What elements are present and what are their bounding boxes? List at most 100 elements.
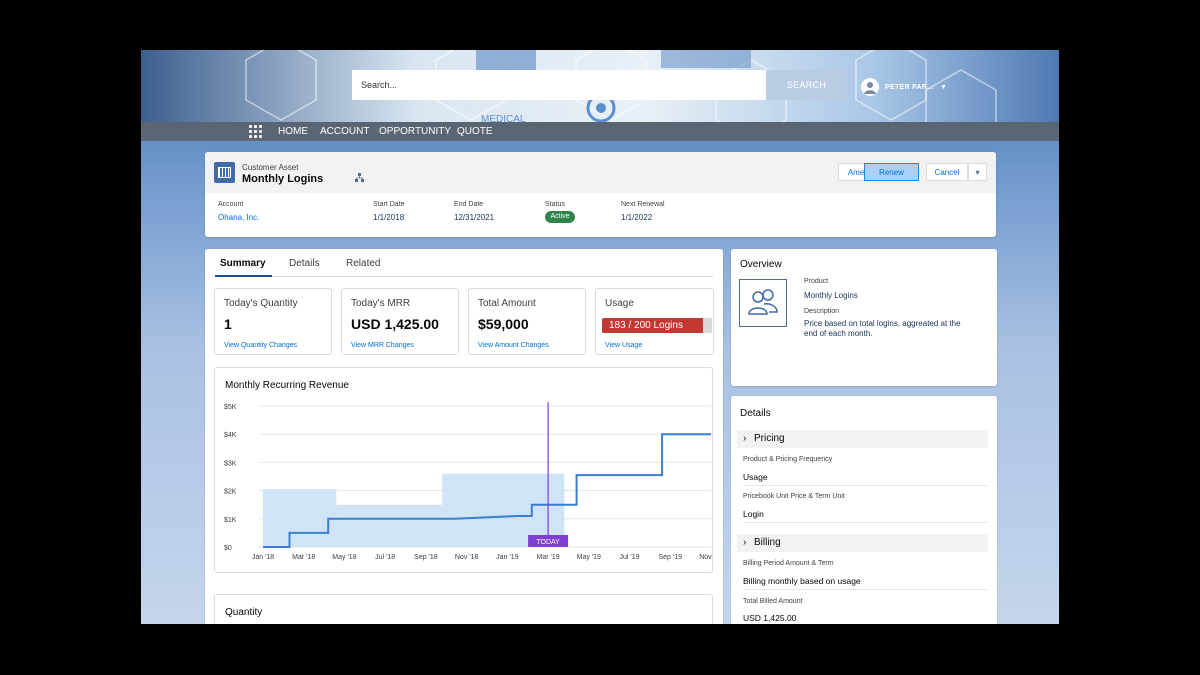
account-link[interactable]: Ohana, Inc. — [218, 213, 259, 222]
record-header: Customer Asset Monthly Logins Amend Rene… — [205, 152, 996, 237]
tile-title: Usage — [605, 298, 634, 309]
tile-todays-quantity: Today's Quantity 1 View Quantity Changes — [214, 288, 332, 355]
x-tick-label: Jul '19 — [620, 554, 640, 561]
mrr-chart-card: Monthly Recurring Revenue $0 $1K $2K $3K $4K… — [214, 367, 713, 573]
product-link[interactable]: Monthly Logins — [804, 291, 858, 301]
more-actions-chevron-down-icon[interactable]: ▾ — [968, 163, 987, 181]
nav-opportunity[interactable]: OPPORTUNITY — [379, 122, 451, 141]
header-banner: MEDICAL Search... SEARCH PETER PAR... ▼ — [141, 50, 1059, 122]
hierarchy-icon[interactable] — [355, 173, 364, 184]
renew-button[interactable]: Renew — [864, 163, 919, 181]
field-label: Billing Period Amount & Term — [743, 560, 834, 567]
section-label: Pricing — [754, 433, 785, 444]
y-tick-label: $5K — [224, 404, 237, 411]
y-tick-label: $4K — [224, 432, 237, 439]
record-title: Monthly Logins — [242, 173, 324, 185]
x-tick-label: Nov '18 — [455, 554, 479, 561]
user-menu[interactable]: PETER PAR... ▼ — [861, 77, 947, 97]
overview-card: Overview Product Monthly Logins Descript… — [731, 249, 997, 386]
user-name: PETER PAR... — [885, 83, 934, 91]
search-button[interactable]: SEARCH — [766, 70, 847, 100]
status-label: Status — [545, 201, 565, 208]
chevron-down-icon[interactable]: ▼ — [940, 84, 947, 91]
next-renewal-value: 1/1/2022 — [621, 213, 653, 222]
area-band — [336, 504, 443, 547]
usage-value: 183 / 200 Logins — [609, 320, 683, 331]
view-usage-link[interactable]: View Usage — [605, 342, 642, 349]
x-tick-label: Mar '18 — [292, 554, 315, 561]
details-card: Details › Pricing Product & Pricing Freq… — [731, 396, 997, 624]
divider — [743, 589, 988, 590]
tile-title: Today's MRR — [351, 298, 411, 309]
usage-progress-bar: 183 / 200 Logins — [602, 318, 712, 333]
view-amount-changes-link[interactable]: View Amount Changes — [478, 342, 549, 349]
product-label: Product — [804, 278, 829, 285]
field-value: Usage — [743, 472, 768, 482]
description-label: Description — [804, 308, 840, 315]
x-tick-label: May '19 — [577, 554, 601, 561]
asset-icon — [214, 162, 235, 183]
end-date-value: 12/31/2021 — [454, 213, 495, 222]
tab-details[interactable]: Details — [289, 258, 320, 269]
field-value: Billing monthly based on usage — [743, 576, 861, 586]
mrr-chart: $0 $1K $2K $3K $4K $5K TODAY Jan '18 Mar '18 May … — [224, 402, 712, 561]
chevron-right-icon: › — [743, 537, 747, 548]
x-tick-label: Jan '19 — [496, 554, 518, 561]
x-tick-label: Nov '19 — [699, 554, 712, 561]
tile-total-amount: Total Amount $59,000 View Amount Changes — [468, 288, 586, 355]
pricing-section-header[interactable]: › Pricing — [737, 430, 988, 448]
users-icon — [739, 279, 787, 327]
field-label: Product & Pricing Frequency — [743, 456, 833, 463]
area-band — [263, 489, 337, 547]
nav-account[interactable]: ACCOUNT — [320, 122, 369, 141]
view-quantity-changes-link[interactable]: View Quantity Changes — [224, 342, 297, 349]
divider — [743, 485, 988, 486]
quantity-title: Quantity — [225, 607, 263, 618]
tile-todays-mrr: Today's MRR USD 1,425.00 View MRR Change… — [341, 288, 459, 355]
cancel-button[interactable]: Cancel — [926, 163, 968, 181]
x-tick-label: Jan '18 — [252, 554, 274, 561]
app-launcher-icon[interactable] — [249, 125, 262, 138]
tile-title: Total Amount — [478, 298, 536, 309]
tab-related[interactable]: Related — [346, 258, 380, 269]
x-tick-label: Mar '19 — [537, 554, 560, 561]
tab-summary[interactable]: Summary — [220, 258, 266, 269]
nav-quote[interactable]: QUOTE — [457, 122, 493, 141]
svg-text:MEDICAL: MEDICAL — [481, 114, 526, 122]
field-label: Pricebook Unit Price & Term Unit — [743, 493, 845, 500]
search-input[interactable]: Search... — [352, 70, 766, 100]
tile-value: $59,000 — [478, 316, 529, 332]
billing-section-header[interactable]: › Billing — [737, 534, 988, 552]
record-header-top: Customer Asset Monthly Logins Amend Rene… — [205, 152, 996, 193]
field-value: USD 1,425.00 — [743, 613, 797, 623]
x-tick-label: Jul '18 — [375, 554, 395, 561]
nav-home[interactable]: HOME — [278, 122, 308, 141]
chart-title: Monthly Recurring Revenue — [225, 380, 349, 391]
account-label: Account — [218, 201, 244, 208]
x-tick-label: Sep '19 — [659, 554, 683, 561]
record-type: Customer Asset — [242, 163, 299, 172]
view-mrr-changes-link[interactable]: View MRR Changes — [351, 342, 414, 349]
divider — [743, 522, 988, 523]
chevron-right-icon: › — [743, 433, 747, 444]
x-tick-label: May '18 — [332, 554, 356, 561]
section-label: Billing — [754, 537, 781, 548]
tile-value: USD 1,425.00 — [351, 316, 439, 332]
description-value: Price based on total logins, aggreated a… — [804, 319, 961, 338]
details-title: Details — [740, 408, 771, 419]
start-date-value: 1/1/2018 — [373, 213, 405, 222]
summary-card: Summary Details Related Today's Quantity… — [205, 249, 723, 624]
end-date-label: End Date — [454, 201, 484, 208]
y-tick-label: $0 — [224, 545, 232, 552]
tile-title: Today's Quantity — [224, 298, 298, 309]
start-date-label: Start Date — [373, 201, 405, 208]
y-tick-label: $2K — [224, 489, 237, 496]
user-avatar-icon — [861, 78, 879, 96]
active-tab-indicator — [215, 275, 272, 277]
overview-title: Overview — [740, 259, 782, 270]
tile-value: 1 — [224, 316, 232, 332]
status-badge: Active — [545, 211, 575, 223]
app-window: MEDICAL Search... SEARCH PETER PAR... ▼ … — [141, 50, 1059, 624]
y-tick-label: $1K — [224, 517, 237, 524]
next-renewal-label: Next Renewal — [621, 201, 665, 208]
